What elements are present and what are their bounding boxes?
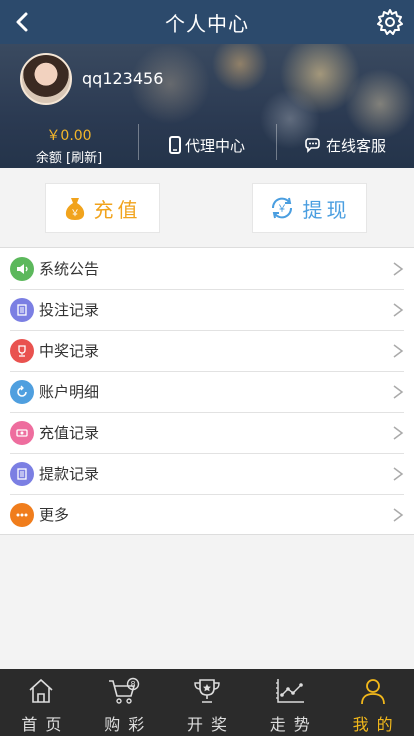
gear-icon[interactable] xyxy=(376,8,404,36)
megaphone-icon xyxy=(10,256,34,281)
trophy-icon xyxy=(194,679,220,703)
notepad-icon xyxy=(10,297,34,322)
exchange-icon: ￥ xyxy=(271,197,292,219)
refresh-icon xyxy=(10,379,34,404)
tab-home[interactable]: 首页 xyxy=(0,669,83,736)
recharge-label: 充值 xyxy=(93,197,142,222)
avatar[interactable] xyxy=(20,53,72,105)
menu-item-more[interactable]: 更多 xyxy=(0,494,414,535)
page-title: 个人中心 xyxy=(165,11,249,36)
menu-item-recharge-records[interactable]: 充值记录 xyxy=(0,412,414,453)
tab-label: 首页 xyxy=(21,715,70,734)
menu-item-label: 更多 xyxy=(39,506,70,524)
trend-icon xyxy=(275,679,304,703)
tab-mine[interactable]: 我的 xyxy=(331,669,414,736)
recharge-button[interactable]: ￥ 充值 xyxy=(45,183,160,233)
menu-item-label: 投注记录 xyxy=(39,301,100,319)
chevron-right-icon xyxy=(393,343,404,358)
chevron-right-icon xyxy=(393,466,404,481)
svg-text:￥: ￥ xyxy=(277,204,287,215)
more-icon xyxy=(10,502,34,527)
wallet-actions: ￥ 充值 ￥ 提现 xyxy=(0,168,414,248)
trophy-icon xyxy=(10,338,34,363)
menu-item-withdraw-records[interactable]: 提款记录 xyxy=(0,453,414,494)
menu-item-announcement[interactable]: 系统公告 xyxy=(0,248,414,289)
tab-label: 购彩 xyxy=(104,715,153,734)
cart-icon: 8 xyxy=(109,677,140,704)
online-service-label: 在线客服 xyxy=(325,136,386,155)
profile-stats: ￥0.00 余额 [刷新] 代理中心 在线客服 xyxy=(0,122,414,168)
username: qq123456 xyxy=(82,69,164,88)
menu-item-label: 账户明细 xyxy=(39,383,100,401)
tab-buy-lottery[interactable]: 8 购彩 xyxy=(83,669,166,736)
menu-item-label: 中奖记录 xyxy=(39,342,100,360)
tab-label: 开奖 xyxy=(186,715,235,734)
svg-text:8: 8 xyxy=(131,680,136,689)
menu-list: 系统公告 投注记录 中奖记录 账户明细 充值记录 提款记录 更多 xyxy=(0,247,414,535)
home-icon xyxy=(29,678,53,703)
menu-item-bet-records[interactable]: 投注记录 xyxy=(0,289,414,330)
chevron-right-icon xyxy=(393,302,404,317)
tab-label: 走势 xyxy=(269,715,318,734)
menu-item-label: 提款记录 xyxy=(39,465,100,483)
chat-icon xyxy=(305,138,320,153)
agent-center-button[interactable]: 代理中心 xyxy=(138,122,276,168)
menu-item-account-details[interactable]: 账户明细 xyxy=(0,371,414,412)
menu-item-label: 充值记录 xyxy=(39,424,100,442)
phone-icon xyxy=(168,136,181,154)
notepad-icon xyxy=(10,461,34,486)
tab-trends[interactable]: 走势 xyxy=(248,669,331,736)
divider xyxy=(0,534,414,535)
chevron-right-icon xyxy=(393,507,404,522)
profile-header: qq123456 ￥0.00 余额 [刷新] 代理中心 在线客服 xyxy=(0,44,414,168)
tab-label: 我的 xyxy=(352,715,401,734)
menu-item-label: 系统公告 xyxy=(39,260,100,278)
menu-item-win-records[interactable]: 中奖记录 xyxy=(0,330,414,371)
chevron-right-icon xyxy=(393,384,404,399)
tab-draw-results[interactable]: 开奖 xyxy=(166,669,249,736)
withdraw-label: 提现 xyxy=(302,197,351,222)
balance-refresh-label[interactable]: 余额 [刷新] xyxy=(36,147,102,166)
chevron-right-icon xyxy=(393,425,404,440)
online-service-button[interactable]: 在线客服 xyxy=(276,122,414,168)
agent-center-label: 代理中心 xyxy=(184,136,245,155)
svg-text:￥: ￥ xyxy=(70,209,79,219)
cash-icon xyxy=(10,420,34,445)
chevron-right-icon xyxy=(393,261,404,276)
header-bar: 个人中心 xyxy=(0,0,414,44)
money-bag-icon: ￥ xyxy=(65,198,84,220)
balance-amount: ￥0.00 xyxy=(46,127,92,144)
withdraw-button[interactable]: ￥ 提现 xyxy=(252,183,367,233)
bottom-tab-bar: 首页 8 购彩 开奖 走势 我的 xyxy=(0,669,414,736)
user-icon xyxy=(360,679,385,705)
chevron-left-icon[interactable] xyxy=(10,9,36,35)
balance-block[interactable]: ￥0.00 余额 [刷新] xyxy=(0,122,138,168)
